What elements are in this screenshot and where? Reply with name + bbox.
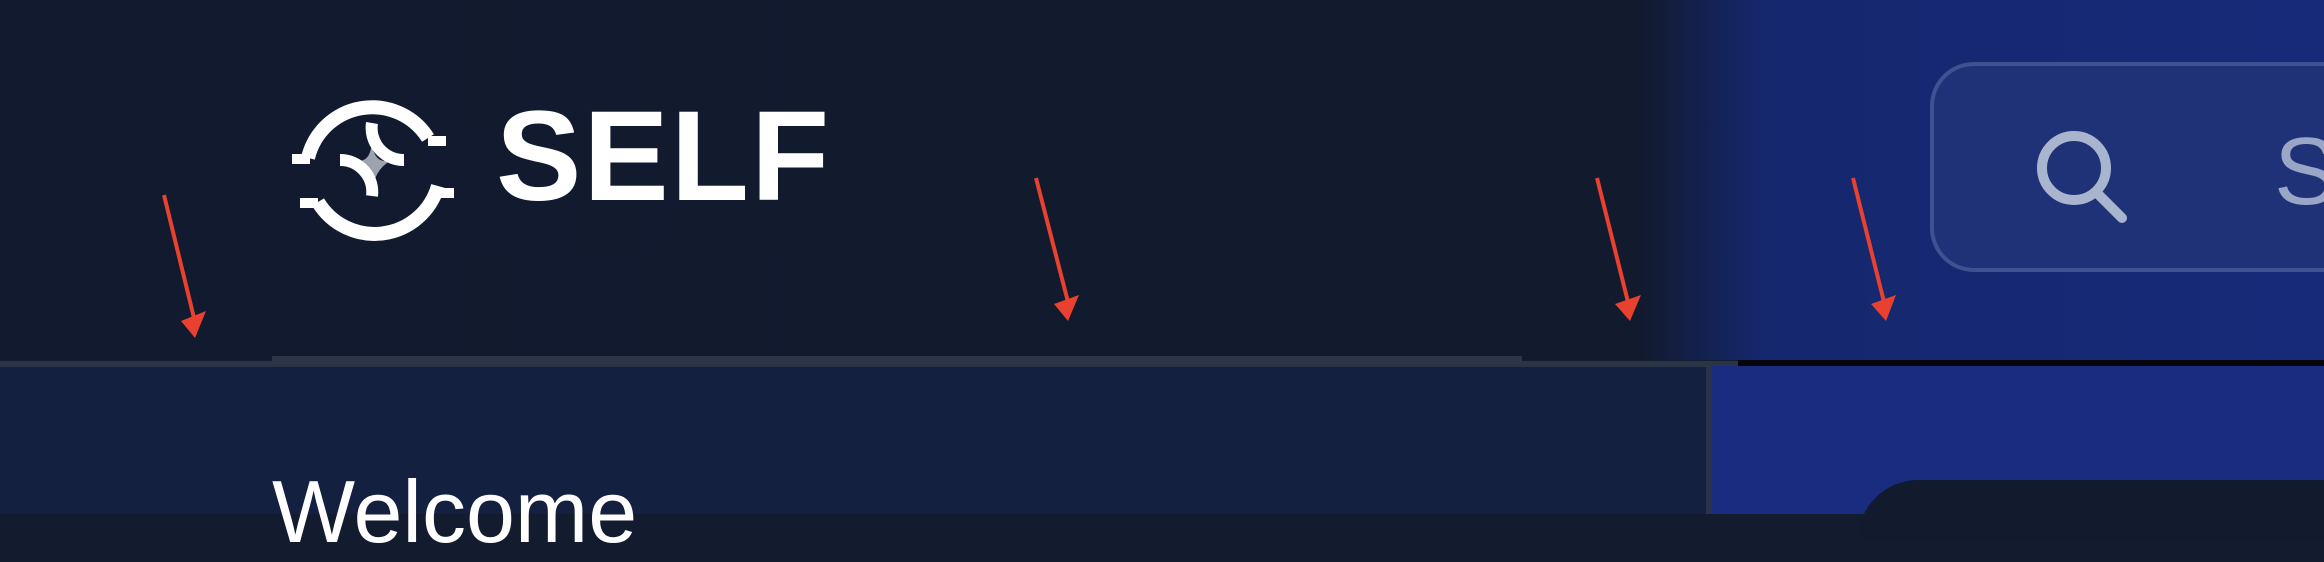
self-logo-icon[interactable] [288, 88, 458, 248]
header-divider-highlight [272, 356, 1522, 364]
search-icon [2037, 131, 2127, 223]
main-content-panel [0, 367, 1706, 514]
welcome-heading: Welcome [272, 462, 638, 561]
search-bar[interactable]: S [1930, 62, 2324, 272]
search-placeholder: S [2274, 118, 2324, 225]
brand-wordmark[interactable]: SELF [496, 92, 896, 222]
side-card[interactable] [1858, 480, 2324, 540]
